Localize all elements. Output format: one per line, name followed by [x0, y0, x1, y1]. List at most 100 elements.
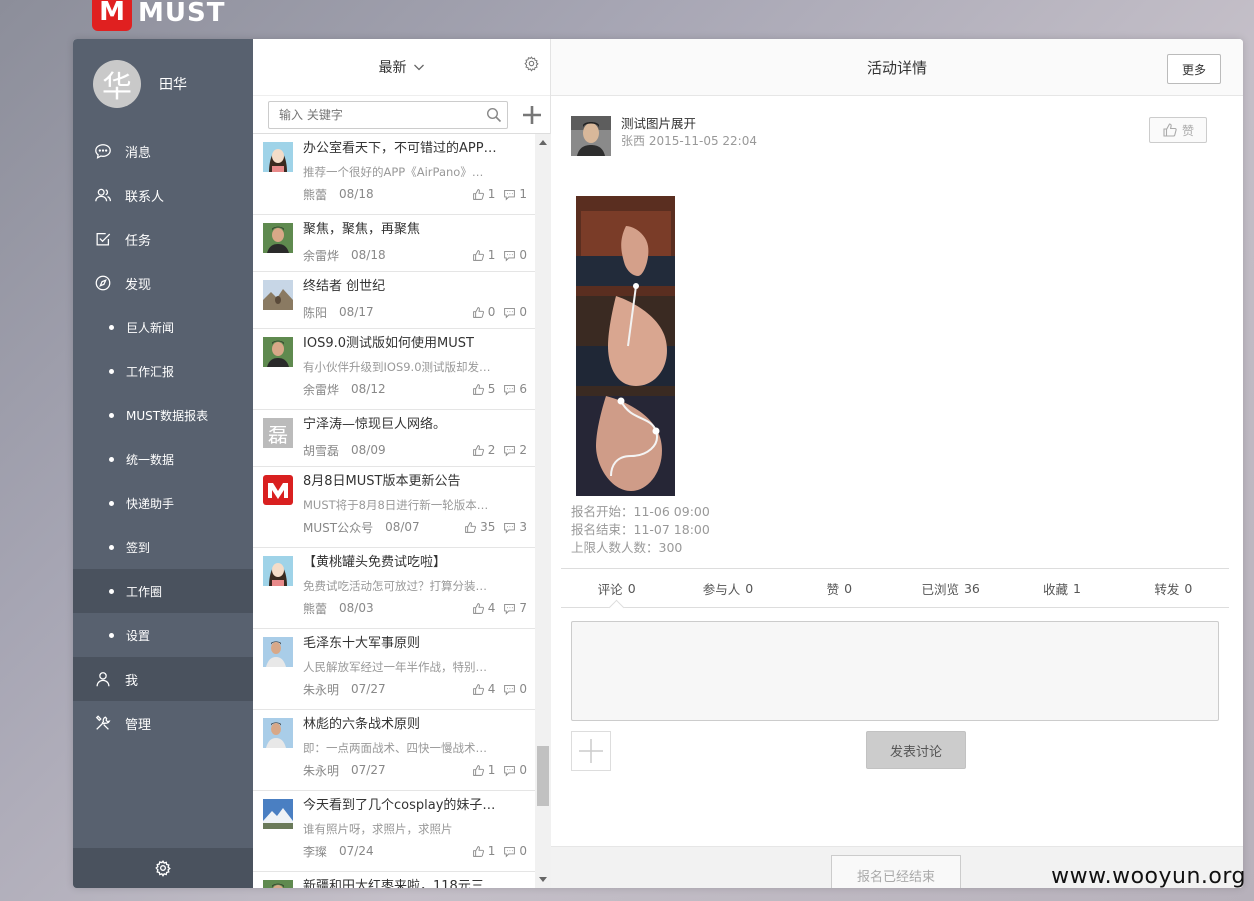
- post-author[interactable]: 张西: [621, 134, 645, 148]
- item-title[interactable]: 毛泽东十大军事原则: [303, 635, 527, 653]
- item-author[interactable]: 朱永明: [303, 762, 339, 779]
- scroll-up-arrow-icon[interactable]: [539, 140, 547, 145]
- scroll-down-arrow-icon[interactable]: [539, 877, 547, 882]
- sidebar-item-work-report[interactable]: 工作汇报: [73, 349, 253, 393]
- post-title[interactable]: 测试图片展开: [621, 116, 757, 132]
- avatar[interactable]: [263, 880, 293, 888]
- list-item[interactable]: 终结者 创世纪 陈阳 08/17 0 0: [253, 272, 535, 329]
- sidebar-item-manage[interactable]: 管理: [73, 701, 253, 745]
- list-item[interactable]: 林彪的六条战术原则 即：一点两面战术、四快一慢战术… 朱永明 07/27 1 0: [253, 710, 535, 791]
- list-item[interactable]: 【黄桃罐头免费试吃啦】 免费试吃活动怎可放过？打算分装… 熊蕾 08/03 4 7: [253, 548, 535, 629]
- post-author-block: 测试图片展开 张西 2015-11-05 22:04: [571, 116, 757, 156]
- item-author[interactable]: 朱永明: [303, 681, 339, 698]
- avatar[interactable]: [263, 223, 293, 253]
- item-title[interactable]: 终结者 创世纪: [303, 278, 527, 296]
- item-title[interactable]: 新疆和田大红枣来啦，118元三…: [303, 878, 527, 888]
- attach-button[interactable]: [571, 731, 611, 771]
- sidebar-item-discover[interactable]: 发现: [73, 261, 253, 305]
- scrollbar-thumb[interactable]: [537, 746, 549, 806]
- list-item[interactable]: 办公室看天下，不可错过的APP… 推荐一个很好的APP《AirPano》… 熊蕾 08…: [253, 134, 535, 215]
- list-item[interactable]: 今天看到了几个cosplay的妹子… 谁有照片呀，求照片，求照片 李璨 07/24 1 0: [253, 791, 535, 872]
- avatar[interactable]: [263, 142, 293, 172]
- item-author[interactable]: MUST公众号: [303, 519, 373, 536]
- user-profile[interactable]: 华 田华: [73, 39, 253, 129]
- item-author[interactable]: 熊蕾: [303, 186, 327, 203]
- search-input[interactable]: [269, 101, 479, 128]
- item-date: 08/17: [339, 305, 374, 319]
- like-button[interactable]: 赞: [1149, 117, 1207, 143]
- sidebar-settings-button[interactable]: [73, 848, 253, 888]
- item-title[interactable]: 今天看到了几个cosplay的妹子…: [303, 797, 527, 815]
- sort-dropdown[interactable]: 最新: [379, 57, 425, 77]
- item-stats: 00: [472, 305, 527, 319]
- item-title[interactable]: 【黄桃罐头免费试吃啦】: [303, 554, 527, 572]
- list-item[interactable]: IOS9.0测试版如何使用MUST 有小伙伴升级到IOS9.0测试版却发… 余雷烨 0…: [253, 329, 535, 410]
- avatar[interactable]: [263, 799, 293, 829]
- sidebar-item-tasks[interactable]: 任务: [73, 217, 253, 261]
- sidebar-item-must-data-report[interactable]: MUST数据报表: [73, 393, 253, 437]
- avatar[interactable]: [263, 637, 293, 667]
- tab-comments[interactable]: 评论 0: [561, 569, 672, 607]
- item-preview: MUST将于8月8日进行新一轮版本…: [303, 498, 489, 512]
- tab-participants[interactable]: 参与人 0: [672, 569, 783, 607]
- item-title[interactable]: 8月8日MUST版本更新公告: [303, 473, 527, 491]
- avatar[interactable]: 磊: [263, 418, 293, 448]
- signup-ended-button[interactable]: 报名已经结束: [831, 855, 961, 888]
- item-author[interactable]: 李璨: [303, 843, 327, 860]
- list-item[interactable]: 聚焦，聚焦，再聚焦 余雷烨 08/18 1 0: [253, 215, 535, 272]
- sidebar-item-contacts[interactable]: 联系人: [73, 173, 253, 217]
- list-item[interactable]: 磊宁泽涛—惊现巨人网络。 胡雪磊 08/09 2 2: [253, 410, 535, 467]
- detail-tabs: 评论 0 参与人 0 赞0 已浏览 36 收藏 1 转发 0: [561, 568, 1229, 608]
- add-icon[interactable]: [522, 105, 542, 125]
- gear-icon[interactable]: [523, 55, 540, 72]
- item-preview: 人民解放军经过一年半作战，特别…: [303, 660, 487, 674]
- tab-viewed[interactable]: 已浏览 36: [895, 569, 1006, 607]
- sidebar-item-giant-news[interactable]: 巨人新闻: [73, 305, 253, 349]
- item-title[interactable]: 办公室看天下，不可错过的APP…: [303, 140, 527, 158]
- thumbs-up-icon: [472, 444, 484, 456]
- tab-likes[interactable]: 赞0: [784, 569, 895, 607]
- sidebar-item-messages[interactable]: 消息: [73, 129, 253, 173]
- avatar[interactable]: [263, 475, 293, 505]
- item-author[interactable]: 余雷烨: [303, 381, 339, 398]
- like-count: 4: [487, 601, 496, 615]
- more-button[interactable]: 更多: [1167, 54, 1221, 84]
- post-discussion-button[interactable]: 发表讨论: [866, 731, 966, 769]
- sidebar-item-unified-data[interactable]: 统一数据: [73, 437, 253, 481]
- item-title[interactable]: IOS9.0测试版如何使用MUST: [303, 335, 527, 353]
- tab-shares[interactable]: 转发 0: [1118, 569, 1229, 607]
- tab-label: 参与人: [702, 581, 741, 597]
- item-title[interactable]: 宁泽涛—惊现巨人网络。: [303, 416, 527, 434]
- sidebar-item-settings[interactable]: 设置: [73, 613, 253, 657]
- search-icon[interactable]: [486, 107, 502, 123]
- comment-icon: [504, 189, 516, 200]
- avatar[interactable]: [263, 280, 293, 310]
- item-meta: 胡雪磊 08/09 2 2: [303, 442, 527, 458]
- list-scrollbar[interactable]: [535, 134, 551, 888]
- list-item[interactable]: 8月8日MUST版本更新公告 MUST将于8月8日进行新一轮版本… MUST公众号 0…: [253, 467, 535, 548]
- thumbs-up-icon: [472, 764, 484, 776]
- tab-favorites[interactable]: 收藏 1: [1006, 569, 1117, 607]
- avatar[interactable]: [263, 556, 293, 586]
- item-author[interactable]: 陈阳: [303, 304, 327, 321]
- item-author[interactable]: 余雷烨: [303, 247, 339, 264]
- comment-input[interactable]: [571, 621, 1219, 721]
- list-item[interactable]: 毛泽东十大军事原则 人民解放军经过一年半作战，特别… 朱永明 07/27 4 0: [253, 629, 535, 710]
- avatar[interactable]: [571, 116, 611, 156]
- bullet-icon: [109, 544, 114, 550]
- item-title[interactable]: 聚焦，聚焦，再聚焦: [303, 221, 527, 239]
- avatar[interactable]: [263, 337, 293, 367]
- item-title[interactable]: 林彪的六条战术原则: [303, 716, 527, 734]
- item-author[interactable]: 胡雪磊: [303, 442, 339, 459]
- avatar[interactable]: [263, 718, 293, 748]
- sidebar-item-checkin[interactable]: 签到: [73, 525, 253, 569]
- item-author[interactable]: 熊蕾: [303, 600, 327, 617]
- post-image[interactable]: [576, 196, 675, 496]
- like-count: 1: [487, 248, 496, 262]
- list-item[interactable]: 新疆和田大红枣来啦，118元三…: [253, 872, 535, 888]
- avatar[interactable]: 华: [93, 60, 141, 108]
- sidebar-item-work-circle[interactable]: 工作圈: [73, 569, 253, 613]
- sidebar-item-me[interactable]: 我: [73, 657, 253, 701]
- user-name: 田华: [159, 77, 187, 93]
- sidebar-item-express-helper[interactable]: 快递助手: [73, 481, 253, 525]
